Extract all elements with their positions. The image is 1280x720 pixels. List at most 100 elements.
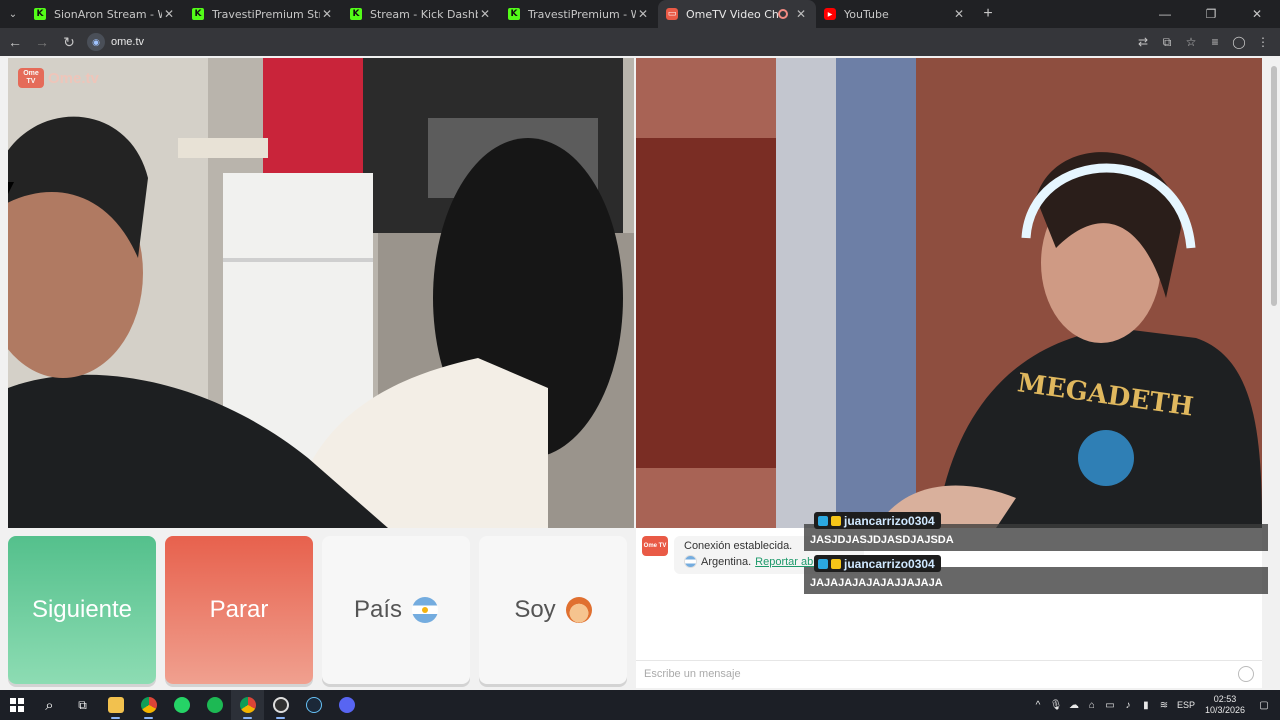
tab-kick-dashboard[interactable]: K Stream - Kick Dashboard ✕ [342,0,500,28]
mouse-cursor-icon [8,182,18,194]
tab-travestipremium-stream[interactable]: K TravestiPremium Stream - Watc ✕ [184,0,342,28]
emoji-icon[interactable] [1238,666,1254,682]
scrollbar-thumb[interactable] [1271,66,1277,306]
message-input[interactable]: Escribe un mensaje [636,660,1262,688]
close-icon[interactable]: ✕ [636,7,650,21]
onedrive-icon[interactable]: ☁ [1066,700,1082,711]
subscriber-badge-icon [818,515,828,526]
restore-icon[interactable]: ❐ [1188,0,1234,28]
youtube-icon: ▶ [824,8,836,20]
kick-icon: K [508,8,520,20]
tab-sionaron-stream[interactable]: K SionAron Stream - Watch Live o ✕ [26,0,184,28]
search-icon[interactable]: ⌕ [33,690,66,720]
chrome-icon[interactable] [132,690,165,720]
reload-icon[interactable]: ↻ [57,30,81,54]
close-icon[interactable]: ✕ [320,7,334,21]
toolbar-actions: ⇄ ⧉ ☆ ≡ ◯ ⋮ [1132,30,1274,54]
notifications-icon[interactable]: ▢ [1256,700,1272,711]
chat-panel: Ome TV Conexión establecida. Argentina. … [636,528,1262,688]
system-tray: ^ 🎙 ☁ ⌂ ▭ ♪ ▮ ≋ ESP 02:53 10/3/2026 ▢ [1029,690,1280,720]
file-explorer-icon[interactable] [99,690,132,720]
stop-button[interactable]: Parar [165,536,313,684]
stop-button-label: Parar [209,596,269,623]
clock-time: 02:53 [1213,694,1237,704]
stranger-video-frame [8,58,634,528]
media-controls-icon[interactable]: ≡ [1204,30,1226,54]
tab-youtube[interactable]: ▶ YouTube ✕ [816,0,974,28]
crown-badge-icon [831,515,841,526]
site-info-icon[interactable]: ◉ [87,33,105,51]
more-menu-icon[interactable]: ⋮ [1252,30,1274,54]
stranger-video: Ome TV Ome.tv [8,58,634,528]
close-icon[interactable]: ✕ [794,7,808,21]
window-controls: — ❐ ✕ [1142,0,1280,28]
battery-icon[interactable]: ▮ [1138,700,1154,711]
boy-emoji-icon [565,597,592,623]
translate-icon[interactable]: ⇄ [1132,30,1154,54]
chrome-active-icon[interactable] [231,690,264,720]
tab-title: TravestiPremium Stream - Watc [212,7,320,21]
tab-title: YouTube [844,7,889,21]
close-icon[interactable]: ✕ [952,7,966,21]
start-button[interactable] [0,690,33,720]
kick-icon: K [34,8,46,20]
whatsapp-icon[interactable] [165,690,198,720]
volume-icon[interactable]: ♪ [1120,700,1136,711]
close-window-icon[interactable]: ✕ [1234,0,1280,28]
stream-message-text: JASJDJASJDJASDJAJSDA [810,534,954,546]
argentina-flag-icon [684,555,697,568]
discord-icon[interactable] [330,690,363,720]
tab-ometv[interactable]: ▭ OmeTV Video Chat — Ome ✕ [658,0,816,28]
country-button[interactable]: País [322,536,470,684]
tab-search-chevron-icon[interactable]: ⌄ [0,0,26,28]
next-button[interactable]: Siguiente [8,536,156,684]
subscriber-badge-icon [818,558,828,569]
tab-strip: ⌄ K SionAron Stream - Watch Live o ✕ K T… [0,0,1280,28]
display-icon[interactable]: ▭ [1102,700,1118,711]
kick-icon: K [192,8,204,20]
minimize-icon[interactable]: — [1142,0,1188,28]
task-view-icon[interactable]: ⧉ [66,690,99,720]
page-scrollbar[interactable] [1268,56,1280,690]
country-button-label: País [353,596,403,623]
ometv-logo: Ome TV Ome.tv [18,68,99,88]
tab-travestipremium-clips[interactable]: K TravestiPremium - Watch clips o ✕ [500,0,658,28]
url-field[interactable]: ◉ ome.tv [87,31,144,53]
ometv-wordmark: Ome.tv [48,69,99,87]
forward-icon[interactable]: → [30,30,54,54]
wifi-icon[interactable]: ≋ [1156,700,1172,711]
username-text: juancarrizo0304 [844,556,935,571]
tab-title: TravestiPremium - Watch clips o [528,7,636,21]
ometv-badge-icon: Ome TV [18,68,44,88]
stream-chat-username: juancarrizo0304 [814,555,941,572]
profile-icon[interactable]: ◯ [1228,30,1250,54]
tab-title: SionAron Stream - Watch Live o [54,7,162,21]
spotify-icon[interactable] [198,690,231,720]
install-app-icon[interactable]: ⧉ [1156,30,1178,54]
microphone-icon[interactable]: 🎙 [1048,700,1064,711]
network-icon[interactable]: ⌂ [1084,700,1100,711]
ometv-badge-icon: Ome TV [642,536,668,556]
argentina-flag-icon [412,597,439,623]
back-icon[interactable]: ← [3,30,27,54]
bookmark-star-icon[interactable]: ☆ [1180,30,1202,54]
tab-title: Stream - Kick Dashboard [370,7,478,21]
clock[interactable]: 02:53 10/3/2026 [1205,694,1245,716]
next-button-label: Siguiente [31,596,133,623]
gender-button-label: Soy [514,596,556,623]
obs-icon[interactable] [264,690,297,720]
ometv-page: Ome TV Ome.tv MEGADETH Siguiente Parar P… [0,56,1280,690]
address-bar: ← → ↻ ◉ ome.tv ⇄ ⧉ ☆ ≡ ◯ ⋮ [0,28,1280,56]
kick-icon: K [350,8,362,20]
steam-icon[interactable] [297,690,330,720]
close-icon[interactable]: ✕ [478,7,492,21]
language-indicator[interactable]: ESP [1177,700,1195,710]
stream-message-text: JAJAJAJAJAJAJJAJAJA [810,577,943,589]
username-text: juancarrizo0304 [844,513,935,528]
close-icon[interactable]: ✕ [162,7,176,21]
new-tab-button[interactable]: + [974,5,1002,23]
chevron-up-icon[interactable]: ^ [1030,700,1046,711]
self-video-frame: MEGADETH [636,58,1262,528]
gender-button[interactable]: Soy [479,536,627,684]
partner-country-text: Argentina. [701,555,752,568]
